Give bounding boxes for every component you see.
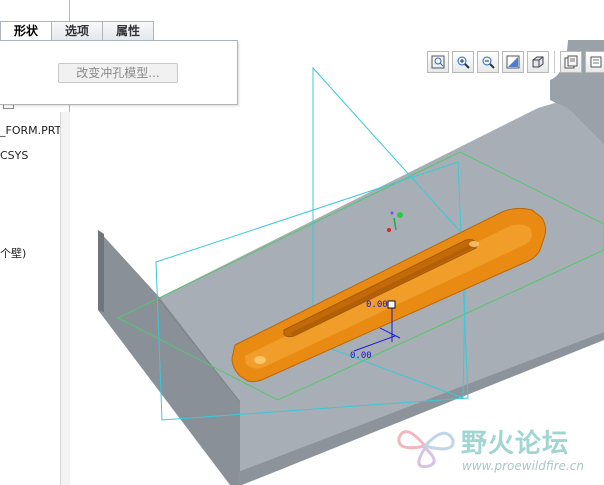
orient-icon[interactable] [527,51,549,73]
watermark-url: www.proewildfire.cn [462,459,584,473]
shape-slideup-panel: 改变冲孔模型... [0,41,238,105]
dashboard-tabs: 形状 选项 属性 [0,21,155,42]
csys-y-marker [397,212,403,218]
refit-icon[interactable] [427,51,449,73]
drag-handle[interactable] [387,300,396,309]
tab-shape[interactable]: 形状 [0,21,53,42]
punch-highlight [254,356,266,364]
dim-text-bottom[interactable]: 0.00 [350,351,372,361]
watermark-logo [397,430,455,469]
repaint-icon[interactable] [502,51,524,73]
view-toolbar [427,51,604,75]
zoom-in-icon[interactable] [452,51,474,73]
csys-x-marker [387,228,391,232]
flange-edge [98,230,104,312]
zoom-out-icon[interactable] [477,51,499,73]
dim-text-top[interactable]: 0.00 [366,300,388,310]
csys-z-marker [390,211,394,215]
tree-item-part[interactable]: _FORM.PRT [0,124,61,137]
tree-scrollbar[interactable] [60,112,70,485]
punch-highlight [469,241,479,247]
tree-item-wall[interactable]: 个壁) [0,245,26,261]
graphics-window[interactable]: 0.00 0.00 [70,40,604,485]
toolbar-separator [554,51,555,73]
layers-icon[interactable] [585,51,604,73]
tab-options[interactable]: 选项 [51,21,104,41]
model-viewport [98,40,604,485]
watermark-text: 野火论坛 [461,429,570,459]
tab-properties[interactable]: 属性 [102,21,155,41]
saved-views-icon[interactable] [560,51,582,73]
change-punch-model-button[interactable]: 改变冲孔模型... [58,63,178,83]
tree-item-csys[interactable]: CSYS [0,149,28,162]
